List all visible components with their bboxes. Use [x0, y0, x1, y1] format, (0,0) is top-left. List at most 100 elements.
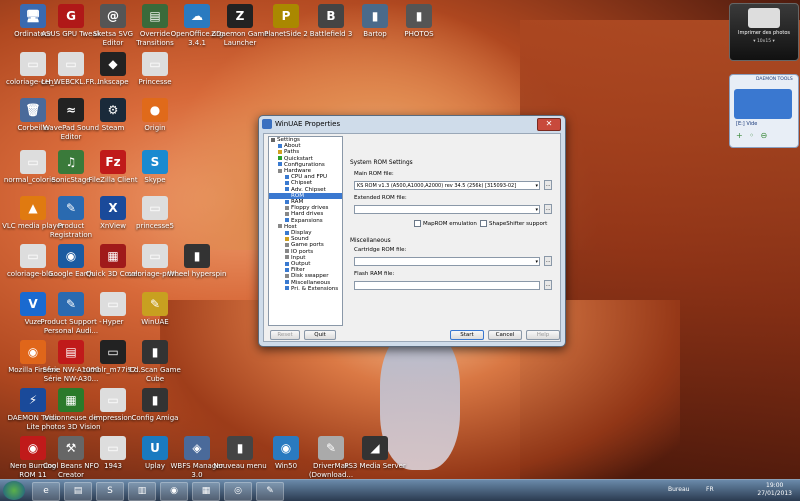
taskbar-app-button[interactable]: ▤ [64, 482, 92, 501]
tree-item-icon [278, 156, 282, 161]
cartridge-rom-browse-button[interactable]: ... [544, 256, 552, 266]
tree-item-icon [278, 224, 282, 229]
desktop-icon-label: Cd Scan Game Cube [129, 366, 181, 383]
tree-item-label: Expansions [291, 217, 323, 224]
desktop-icon[interactable]: ✎ WinUAE [124, 292, 186, 327]
app-icon: ▤ [58, 340, 84, 364]
desktop-icon[interactable]: ▮ Wheel hyperspin [166, 244, 228, 279]
app-icon: ▮ [142, 340, 168, 364]
app-icon: ◆ [100, 52, 126, 76]
taskbar: e ▤ S ▥ ◉ ▦ ◎ ✎ Bureau FR 19:00 27/01/2013 [0, 479, 800, 501]
taskbar-app-button[interactable]: ▥ [128, 482, 156, 501]
app-icon: X [100, 196, 126, 220]
app-icon: ◢ [362, 436, 388, 460]
desktop-icon[interactable]: ▮ PHOTOS [388, 4, 450, 39]
shapeshifter-checkbox[interactable]: ShapeShifter support [480, 220, 547, 227]
app-icon: Z [227, 4, 253, 28]
desktop-icon-label: Princesse [138, 78, 172, 86]
app-icon: ▭ [142, 244, 168, 268]
daemon-controls[interactable]: + ◦ ⊖ [736, 131, 769, 140]
main-rom-browse-button[interactable]: ... [544, 180, 552, 190]
app-icon: ◉ [58, 244, 84, 268]
taskbar-app-button[interactable]: ◉ [160, 482, 188, 501]
desktop-icon[interactable]: ▮ Cd Scan Game Cube [124, 340, 186, 384]
daemon-brand: DAEMON TOOLS [756, 77, 793, 82]
tree-item[interactable]: Pri. & Extensions [269, 286, 342, 292]
tree-item-icon [278, 168, 282, 173]
app-icon: ⚒ [58, 436, 84, 460]
app-icon: ▦ [100, 244, 126, 268]
tree-item-icon [285, 261, 289, 266]
app-icon: ▭ [100, 292, 126, 316]
taskbar-app-button[interactable]: ✎ [256, 482, 284, 501]
system-rom-heading: System ROM Settings [350, 160, 413, 166]
daemon-tools-gadget[interactable]: DAEMON TOOLS [E:] Vide + ◦ ⊖ [729, 74, 799, 148]
taskbar-app-button[interactable]: ◎ [224, 482, 252, 501]
desktop-icon[interactable]: ▭ Princesse [124, 52, 186, 87]
tree-item-icon [285, 211, 289, 216]
chevron-down-icon: ▾ [535, 207, 538, 213]
taskbar-app-button[interactable]: e [32, 482, 60, 501]
cartridge-rom-select[interactable]: ▾ [354, 257, 540, 266]
cancel-button[interactable]: Cancel [488, 330, 522, 340]
desktop-icon[interactable]: ● Origin [124, 98, 186, 133]
help-button[interactable]: Help [526, 330, 560, 340]
close-button[interactable]: ✕ [537, 118, 561, 131]
desktop-toolbar-label[interactable]: Bureau [668, 486, 689, 493]
tree-item-label: Quickstart [284, 155, 313, 162]
reset-button[interactable]: Reset [270, 330, 300, 340]
flash-ram-browse-button[interactable]: ... [544, 280, 552, 290]
settings-tree[interactable]: Settings About Paths Quickstart Configuratio… [268, 136, 343, 326]
language-indicator[interactable]: FR [706, 486, 714, 493]
quit-button[interactable]: Quit [304, 330, 336, 340]
desktop-icon-label: PHOTOS [404, 30, 434, 38]
taskbar-app-button[interactable]: ▦ [192, 482, 220, 501]
app-icon: B [318, 4, 344, 28]
tree-item-icon [271, 137, 275, 142]
extended-rom-browse-button[interactable]: ... [544, 204, 552, 214]
desktop-icon-label: PS3 Media Server [344, 462, 406, 470]
app-icon: ▮ [227, 436, 253, 460]
desktop-icon[interactable]: ◢ PS3 Media Server [344, 436, 406, 471]
desktop-icon[interactable]: ▮ Config Amiga [124, 388, 186, 423]
tree-item-label: Sound [291, 236, 309, 243]
start-button-orb[interactable] [3, 481, 25, 500]
app-icon: ▮ [406, 4, 432, 28]
extended-rom-select[interactable]: ▾ [354, 205, 540, 214]
taskbar-app-button[interactable]: S [96, 482, 124, 501]
tree-item-label: Miscellaneous [291, 279, 331, 286]
desktop-icon-label: Skype [144, 176, 166, 184]
app-icon: ▭ [142, 52, 168, 76]
tree-item-icon [285, 199, 289, 204]
tree-item-icon [285, 242, 289, 247]
app-icon: ⚙ [100, 98, 126, 122]
desktop-icon-label: princesse5 [136, 222, 174, 230]
printer-gadget-size[interactable]: ▾ 10x15 ▾ [730, 39, 798, 44]
tree-item-icon [278, 162, 282, 167]
printer-gadget[interactable]: Imprimer des photos ▾ 10x15 ▾ [729, 3, 799, 61]
desktop-icon[interactable]: ▭ princesse5 [124, 196, 186, 231]
virtual-drive-icon[interactable] [734, 89, 792, 119]
app-icon: Fz [100, 150, 126, 174]
main-rom-label: Main ROM file: [354, 171, 394, 177]
checkbox-box [414, 220, 421, 227]
tree-item-icon [285, 187, 289, 192]
app-icon: P [273, 4, 299, 28]
tree-item-icon [285, 286, 289, 291]
tree-item-label: Chipset [291, 180, 313, 187]
title-bar[interactable]: WinUAE Properties ✕ [259, 116, 565, 132]
maprom-checkbox[interactable]: MapROM emulation [414, 220, 477, 227]
desktop-icon[interactable]: S Skype [124, 150, 186, 185]
tree-item-icon [285, 236, 289, 241]
app-icon: ▭ [58, 52, 84, 76]
app-icon: ◈ [184, 436, 210, 460]
start-button[interactable]: Start [450, 330, 484, 340]
cartridge-rom-label: Cartridge ROM file: [354, 247, 407, 253]
clock[interactable]: 19:00 27/01/2013 [757, 482, 792, 498]
app-icon: G [58, 4, 84, 28]
main-rom-select[interactable]: KS ROM v1.3 (A500,A1000,A2000) rev 34.5 … [354, 181, 540, 190]
tree-item-label: Disk swapper [291, 273, 329, 280]
flash-ram-field[interactable] [354, 281, 540, 290]
app-icon: ♫ [58, 150, 84, 174]
tree-item-label: Hardware [284, 168, 312, 175]
